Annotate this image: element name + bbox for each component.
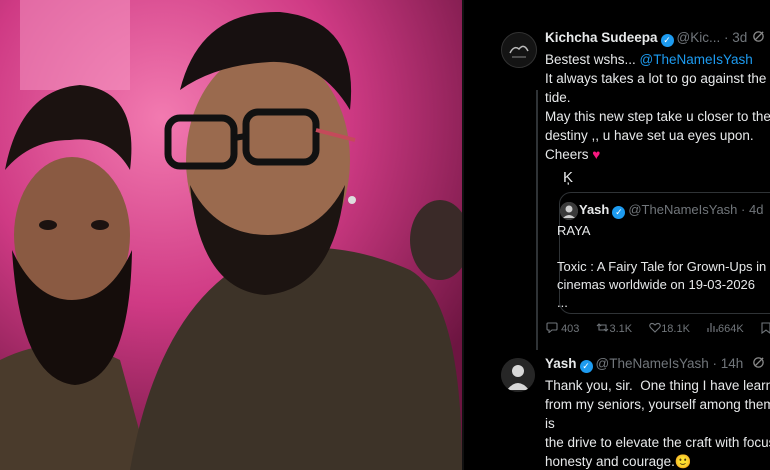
tweet1-actions: 403 3.1K 18.1K 664K [546,322,770,335]
repost-count: 3.1K [609,323,633,335]
heart-emoji: ♥ [592,147,601,162]
left-man-eye [39,220,57,230]
reply-icon [546,322,558,335]
avatar-image [501,358,535,392]
grok-icon[interactable] [752,30,765,46]
earring [348,196,356,204]
reply-button[interactable]: 403 [546,322,580,335]
photo-panel [0,0,462,470]
mention-link[interactable]: @TheNameIsYash [640,52,753,67]
repost-button[interactable]: 3.1K [596,323,632,335]
quote-body: RAYA Toxic : A Fairy Tale for Grown-Ups … [557,223,767,310]
heart-icon [649,322,661,335]
like-button[interactable]: 18.1K [649,322,690,335]
avatar-image [502,33,536,67]
tweet1-header: Kichcha Sudeepa ✓ @Kic... · 3d [545,30,747,47]
quote-author-name: Yash [579,202,610,217]
bg-light [20,0,130,90]
tweet1-text: It always takes a lot to go against the … [545,71,770,162]
like-count: 18.1K [661,323,690,335]
avatar-yash-small [560,202,578,220]
bookmark-icon[interactable] [761,322,770,335]
check-icon: ✓ [660,34,674,47]
author-name[interactable]: Yash [545,356,577,371]
tweet2-header: Yash ✓ @TheNameIsYash · 14h [545,356,743,373]
tweet-time[interactable]: · 3d [724,30,747,45]
views-count: 664K [718,323,744,335]
tweet1-signature: Ķ [563,169,574,186]
quoted-tweet[interactable]: Yash ✓ @TheNameIsYash · 4d RAYA Toxic : A … [557,192,770,314]
grok-icon[interactable] [752,356,765,372]
quote-author-handle: @TheNameIsYash [628,202,738,217]
quote-header: Yash ✓ @TheNameIsYash · 4d [579,202,763,219]
author-handle[interactable]: @Kic... [677,30,721,45]
quote-time: · 4d [741,202,764,217]
avatar-yash[interactable] [501,358,535,392]
smile-emoji: 🙂 [674,454,692,469]
check-icon: ✓ [612,206,626,219]
photo-illustration [0,0,462,470]
author-handle[interactable]: @TheNameIsYash [596,356,709,371]
tweet2-body: Thank you, sir. One thing I have learnt … [545,376,770,470]
tweet2-text: Thank you, sir. One thing I have learnt … [545,378,770,469]
views-icon [707,323,718,335]
repost-icon [596,323,609,335]
tweet1-text-prefix: Bestest wshs... [545,52,640,67]
tweet-thread[interactable]: Kichcha Sudeepa ✓ @Kic... · 3d Bestest wsh… [464,0,770,470]
check-icon: ✓ [579,360,593,373]
left-man-eye [91,220,109,230]
author-name[interactable]: Kichcha Sudeepa [545,30,658,45]
avatar-kichcha[interactable] [501,32,537,68]
reply-count: 403 [561,323,580,335]
tweet-time[interactable]: · 14h [713,356,744,371]
thread-connector [536,90,538,350]
views-button[interactable]: 664K [707,323,744,335]
tweet1-body: Bestest wshs... @TheNameIsYash It always… [545,50,770,164]
